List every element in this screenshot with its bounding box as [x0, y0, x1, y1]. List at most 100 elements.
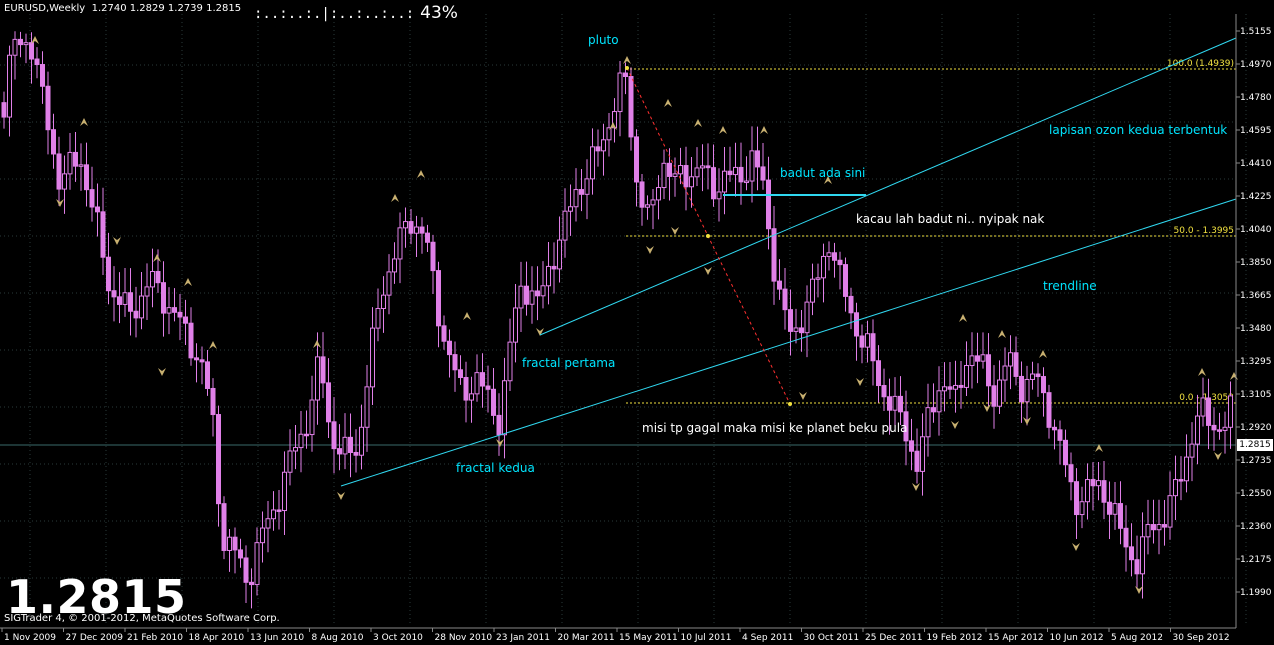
- candle-body: [144, 286, 150, 297]
- candle-body: [243, 557, 249, 583]
- candle-body: [419, 226, 425, 234]
- candle-body: [249, 581, 254, 586]
- fractal-down-icon: [983, 404, 991, 412]
- candle-body: [447, 340, 452, 356]
- candle-body: [1057, 429, 1063, 441]
- candle-body: [199, 359, 205, 363]
- candle-body: [755, 150, 760, 168]
- fractal-up-icon: [694, 119, 702, 127]
- trendline-lower: [340, 198, 1237, 487]
- candle-body: [656, 187, 661, 201]
- price-axis-label: 1.2550: [1240, 489, 1272, 499]
- candle-body: [870, 333, 876, 362]
- candle-body: [1, 102, 7, 118]
- annotation-misi: misi tp gagal maka misi ke planet beku p…: [642, 421, 908, 435]
- fractal-down-icon: [1135, 586, 1143, 594]
- fractal-down-icon: [56, 199, 64, 207]
- candle-body: [1068, 464, 1074, 483]
- candle-body: [711, 167, 716, 200]
- candle-body: [232, 536, 238, 551]
- candle-body: [942, 386, 947, 392]
- price-axis-label: 1.4780: [1240, 93, 1272, 103]
- candle-body: [436, 270, 441, 327]
- candle-body: [579, 189, 584, 195]
- candle-body: [458, 369, 463, 379]
- time-axis-label: 28 Nov 2010: [435, 633, 493, 643]
- fractal-up-icon: [80, 118, 88, 126]
- candle-body: [1189, 443, 1195, 458]
- candle-body: [78, 164, 84, 167]
- candle-body: [84, 164, 89, 191]
- candle-body: [425, 232, 430, 243]
- candle-body: [205, 361, 210, 389]
- fibo-level-label: 50.0 - 1.3995: [1174, 226, 1235, 236]
- candle-body: [370, 327, 375, 388]
- candle-body: [133, 310, 139, 319]
- fractal-up-icon: [998, 330, 1006, 338]
- fractal-down-icon: [337, 492, 345, 500]
- candle-body: [117, 296, 122, 305]
- candle-body: [386, 271, 392, 296]
- candle-body: [210, 387, 216, 416]
- candle-body: [276, 509, 282, 512]
- candle-body: [337, 448, 342, 455]
- chart-area[interactable]: 100.0 (1.4939) 50.0 - 1.3995 0.0 - 1.3052 1…: [0, 0, 1274, 645]
- fractal-down-icon: [646, 246, 654, 254]
- candle-body: [161, 282, 166, 314]
- candle-body: [29, 42, 34, 60]
- candle-body: [771, 228, 777, 282]
- fractal-down-icon: [113, 237, 121, 245]
- price-axis-label: 1.5155: [1240, 27, 1272, 37]
- projection-point: [788, 402, 792, 406]
- candle-body: [832, 252, 837, 261]
- progress-indicator: :..:..:.|:..:..:..: 43%: [254, 3, 458, 23]
- candle-body: [1184, 456, 1189, 482]
- price-axis-label: 1.4595: [1240, 126, 1272, 136]
- candle-body: [89, 189, 95, 208]
- candle-body: [359, 426, 364, 456]
- candle-body: [122, 292, 128, 305]
- candle-body: [535, 290, 540, 297]
- candle-body: [403, 221, 408, 229]
- candle-body: [216, 414, 221, 505]
- price-axis-label: 1.2175: [1240, 555, 1272, 565]
- candle-body: [848, 295, 854, 314]
- candle-body: [1195, 415, 1200, 445]
- candle-body: [271, 509, 276, 520]
- candle-body: [485, 385, 491, 390]
- candle-body: [865, 333, 870, 348]
- candle-body: [463, 377, 469, 401]
- candle-body: [95, 206, 100, 213]
- time-axis-label: 15 May 2011: [619, 633, 678, 643]
- fractal-down-icon: [158, 368, 166, 376]
- annotation-trendline: trendline: [1043, 279, 1097, 293]
- candle-body: [227, 536, 232, 551]
- candle-body: [705, 165, 711, 169]
- candle-body: [282, 471, 287, 512]
- time-axis-label: 27 Dec 2009: [66, 633, 124, 643]
- candle-body: [51, 129, 56, 155]
- fractal-down-icon: [912, 483, 920, 491]
- candle-body: [23, 42, 29, 46]
- candle-body: [353, 451, 359, 456]
- candle-body: [56, 153, 62, 190]
- candle-body: [1156, 524, 1162, 531]
- candle-body: [876, 360, 881, 387]
- candle-body: [1090, 479, 1096, 487]
- candle-body: [716, 191, 722, 200]
- candle-body: [634, 136, 639, 183]
- time-axis-label: 1 Nov 2009: [4, 633, 56, 643]
- candle-body: [986, 354, 991, 387]
- price-axis-label: 1.3850: [1240, 258, 1272, 268]
- time-axis-label: 30 Oct 2011: [804, 633, 860, 643]
- candle-body: [441, 325, 447, 342]
- candle-body: [826, 252, 832, 257]
- copyright-text: SIGTrader 4, © 2001-2012, MetaQuotes Sof…: [4, 613, 280, 624]
- candle-body: [397, 227, 403, 260]
- candle-body: [958, 384, 964, 388]
- candle-body: [804, 301, 810, 334]
- price-chart[interactable]: 100.0 (1.4939)50.0 - 1.39950.0 - 1.30521…: [0, 0, 1274, 645]
- candle-body: [953, 384, 958, 390]
- candle-body: [529, 290, 535, 305]
- candle-body: [617, 72, 623, 113]
